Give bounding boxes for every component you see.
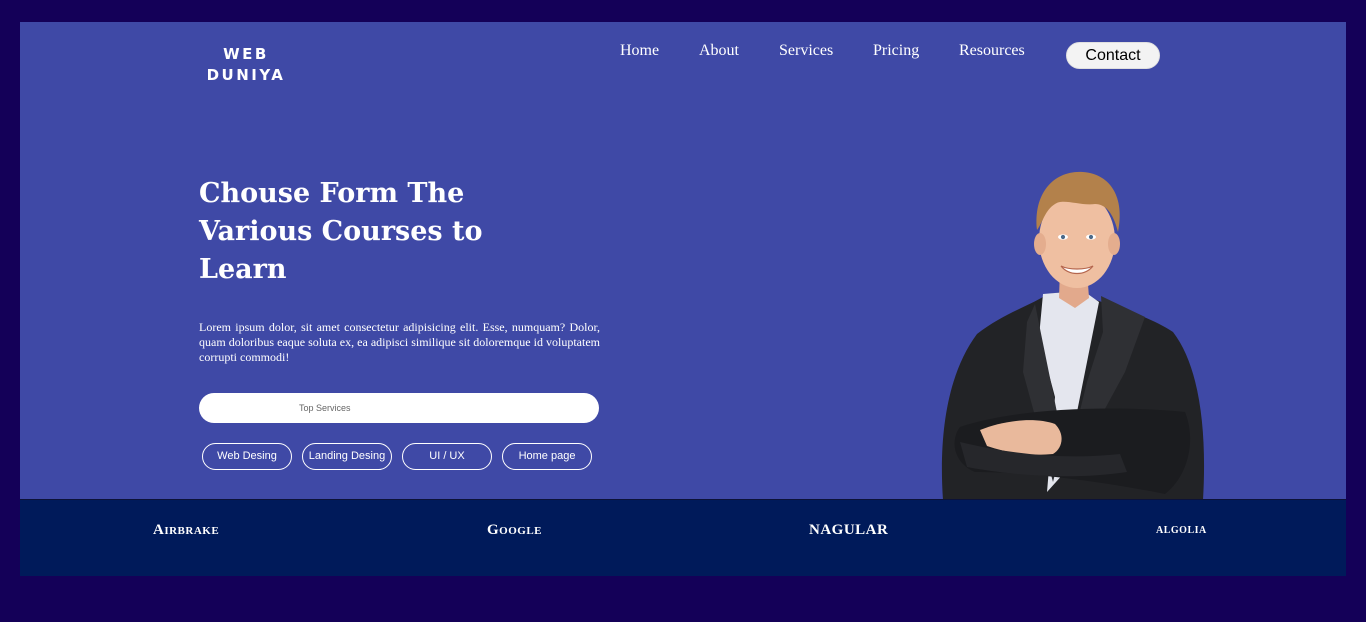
- contact-button[interactable]: Contact: [1066, 42, 1160, 69]
- nav-pricing[interactable]: Pricing: [873, 42, 919, 60]
- logo-line-2: DUNIYA: [206, 66, 286, 84]
- hero-headline: Chouse Form The Various Courses to Learn: [199, 178, 483, 285]
- nav-resources[interactable]: Resources: [959, 42, 1025, 60]
- hero-description: Lorem ipsum dolor, sit amet consectetur …: [199, 320, 600, 364]
- chip-ui-ux[interactable]: UI / UX: [402, 443, 492, 470]
- chip-landing-design[interactable]: Landing Desing: [302, 443, 392, 470]
- nav-about[interactable]: About: [699, 42, 739, 60]
- chip-web-design[interactable]: Web Desing: [202, 443, 292, 470]
- nav-home[interactable]: Home: [620, 42, 659, 60]
- services-search-input[interactable]: [199, 393, 599, 423]
- partner-algolia: algolia: [1156, 522, 1207, 537]
- partner-nagular: NAGULAR: [809, 522, 889, 538]
- person-photo: [941, 171, 1205, 500]
- site-logo[interactable]: WEB DUNIYA: [206, 44, 286, 86]
- partner-google: Google: [487, 522, 543, 538]
- nav-services[interactable]: Services: [779, 42, 833, 60]
- page-frame: WEB DUNIYA Home About Services Pricing R…: [20, 22, 1346, 576]
- logo-line-1: WEB: [223, 45, 269, 63]
- partner-airbrake: Airbrake: [153, 522, 220, 538]
- hero-section: WEB DUNIYA Home About Services Pricing R…: [20, 22, 1346, 500]
- chip-home-page[interactable]: Home page: [502, 443, 592, 470]
